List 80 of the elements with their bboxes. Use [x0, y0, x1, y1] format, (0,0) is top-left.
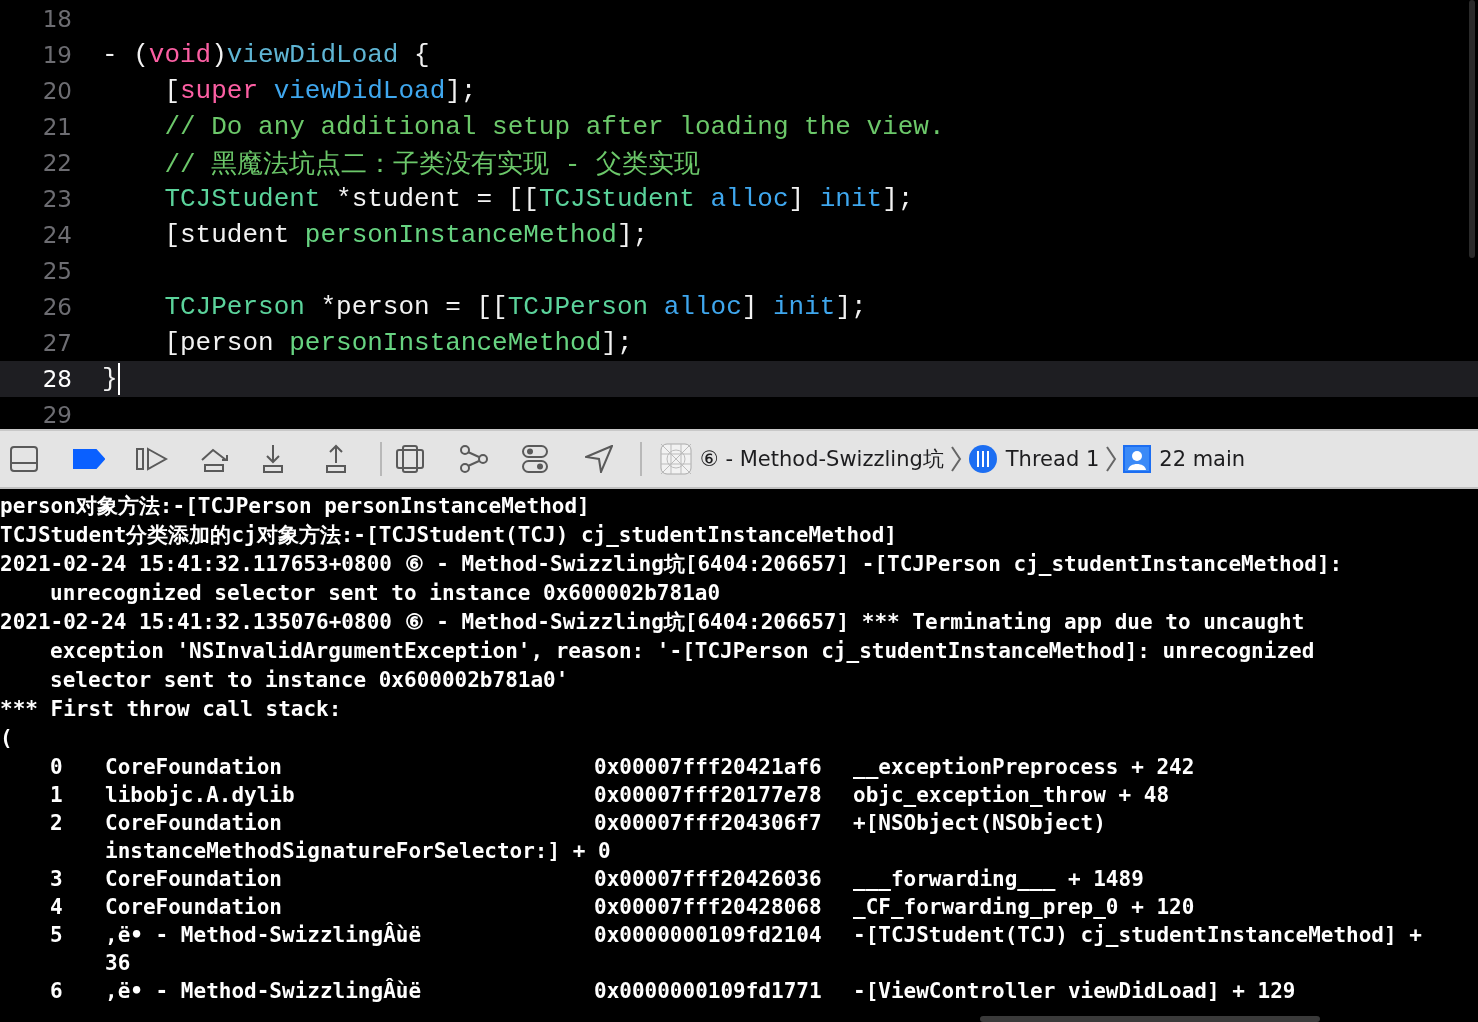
frame-index: 0 [50, 754, 64, 781]
code-text: } [102, 363, 120, 395]
code-text: [student personInstanceMethod]; [163, 220, 649, 250]
frame-address: 0x00007fff20421af6 [594, 754, 823, 781]
line-number: 27 [41, 330, 72, 356]
frame-library: CoreFoundation [105, 894, 283, 921]
frame-symbol-continuation: instanceMethodSignatureForSelector:] + 0 [104, 838, 612, 865]
frame-address: 0x00007fff20428068 [594, 894, 823, 921]
code-text: TCJStudent *student = [[TCJStudent alloc] init]; [163, 184, 914, 214]
line-number: 28 [41, 366, 72, 392]
frame-address: 0x00007fff20426036 [594, 866, 823, 893]
frame-index: 6 [50, 978, 64, 1005]
frame-library: CoreFoundation [105, 810, 283, 837]
frame-address: 0x00007fff204306f7 [594, 810, 823, 837]
code-text: // 黑魔法坑点二：子类没有实现 - 父类实现 [163, 148, 701, 181]
step-into-icon [262, 444, 284, 474]
continue-icon [136, 447, 168, 471]
line-number: 22 [41, 150, 72, 176]
line-number: 23 [41, 186, 72, 212]
frame-index: 4 [50, 894, 64, 921]
frame-library: libobjc.A.dylib [105, 782, 296, 809]
console-line: exception 'NSInvalidArgumentException', reason: '-[TCJPerson cj_studentInstanceMethod]: unrecognized [49, 638, 1316, 665]
code-text: [super viewDidLoad]; [163, 76, 477, 106]
console-line: ( [0, 725, 14, 752]
console-line: selector sent to instance 0x600002b781a0' [49, 667, 570, 694]
breadcrumb-item[interactable]: ⑥ - Method-Swizzling坑 [656, 443, 948, 475]
frame-symbol: ___forwarding___ + 1489 [853, 866, 1145, 893]
toggles-icon [522, 445, 548, 473]
chevron-icon [949, 445, 962, 473]
console-line: unrecognized selector sent to instance 0x600002b781a0 [49, 580, 722, 607]
line-number: 25 [41, 258, 72, 284]
text-cursor [117, 363, 120, 395]
breadcrumb-item[interactable]: 22 main [1119, 445, 1250, 473]
step-over-icon [199, 446, 229, 472]
console-line: 2021-02-24 15:41:32.135076+0800 ⑥ - Method-Swizzling坑[6404:206657] *** Terminating app due to uncaught [0, 609, 1306, 636]
console-line: TCJStudent分类添加的cj对象方法:-[TCJStudent(TCJ) cj_studentInstanceMethod] [0, 522, 898, 549]
frame-address: 0x0000000109fd1771 [594, 978, 823, 1005]
code-text: [person personInstanceMethod]; [163, 328, 633, 358]
frame-symbol: -[TCJStudent(TCJ) cj_studentInstanceMethod] + [853, 922, 1423, 949]
line-number: 19 [41, 42, 72, 68]
frame-address: 0x00007fff20177e78 [594, 782, 823, 809]
frame-index: 5 [50, 922, 64, 949]
thread-icon [967, 444, 998, 474]
console-line: *** First throw call stack: [0, 696, 343, 723]
frame-address: 0x0000000109fd2104 [594, 922, 823, 949]
chevron-icon [1105, 445, 1118, 473]
line-number: 26 [41, 294, 72, 320]
code-text: TCJPerson *person = [[TCJPerson alloc] init]; [163, 292, 867, 322]
frame-library: ,ë• - Method-SwizzlingÂùë [105, 977, 423, 1005]
frame-library: ,ë• - Method-SwizzlingÂùë [105, 921, 423, 949]
user-frame-icon [1123, 445, 1152, 473]
frame-index: 3 [50, 866, 64, 893]
frame-library: CoreFoundation [105, 866, 283, 893]
frame-index: 2 [50, 810, 64, 837]
frame-symbol-continuation: 36 [104, 950, 132, 977]
line-number: 18 [41, 6, 72, 32]
scrollbar[interactable] [980, 1016, 1320, 1022]
location-arrow-icon [585, 445, 613, 473]
code-text: // Do any additional setup after loading the view. [163, 112, 945, 142]
step-out-icon [325, 444, 347, 474]
frame-symbol: objc_exception_throw + 48 [853, 782, 1171, 809]
line-number: 24 [41, 222, 72, 248]
memory-graph-icon [459, 445, 489, 473]
frame-symbol: _CF_forwarding_prep_0 + 120 [853, 894, 1196, 921]
frame-symbol: -[ViewController viewDidLoad] + 129 [853, 978, 1297, 1005]
breadcrumb-item[interactable]: Thread 1 [963, 444, 1104, 474]
line-number: 20 [41, 78, 72, 104]
frame-index: 1 [50, 782, 64, 809]
console-line: person对象方法:-[TCJPerson personInstanceMethod] [0, 493, 591, 520]
line-number: 21 [41, 114, 72, 140]
scrollbar[interactable] [1469, 0, 1475, 258]
line-number: 29 [41, 402, 72, 428]
code-text: - (void)viewDidLoad { [102, 40, 430, 70]
view-hierarchy-icon [396, 445, 424, 473]
debug-area-icon [10, 446, 38, 472]
frame-symbol: __exceptionPreprocess + 242 [853, 754, 1196, 781]
console-line: 2021-02-24 15:41:32.117653+0800 ⑥ - Method-Swizzling坑[6404:206657] -[TCJPerson cj_studentInstanceMethod]: [0, 551, 1344, 578]
app-grid-icon [660, 443, 692, 475]
frame-symbol: +[NSObject(NSObject) [853, 810, 1107, 837]
frame-library: CoreFoundation [105, 754, 283, 781]
